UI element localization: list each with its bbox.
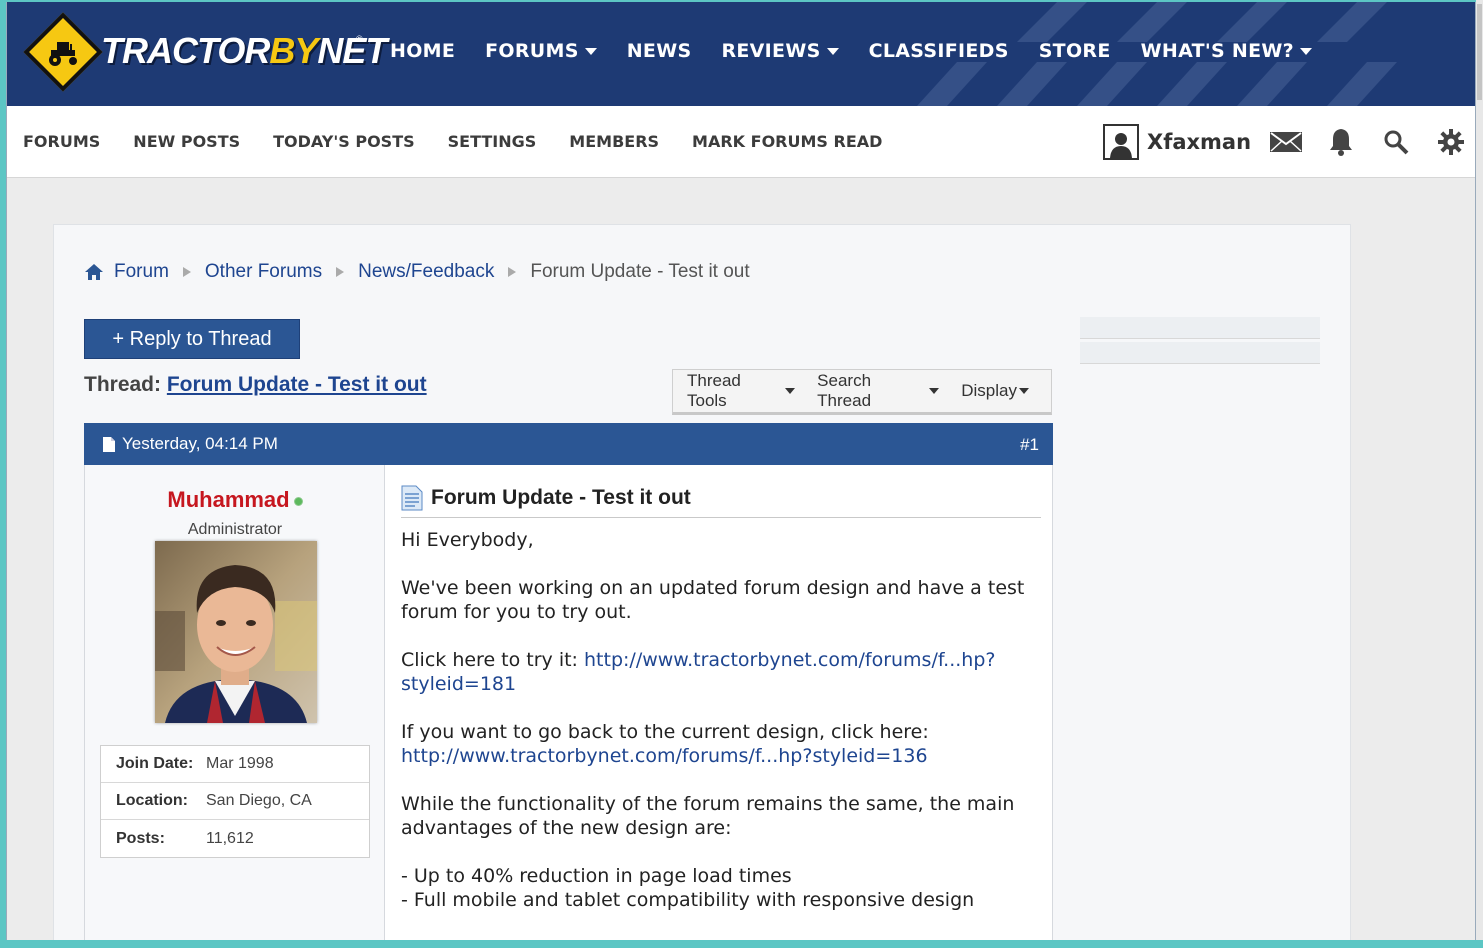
main-navigation: HOME FORUMS NEWS REVIEWS CLASSIFIEDS STO… [375, 40, 1327, 62]
page-scrollbar[interactable] [1476, 0, 1483, 948]
post-paragraph: If you want to go back to the current de… [401, 721, 929, 767]
breadcrumb-separator-icon [336, 267, 345, 277]
site-header: TRACTORBYNET ® HOME FORUMS NEWS REVIEWS … [7, 2, 1475, 106]
gear-icon[interactable] [1434, 125, 1468, 159]
caret-down-icon [1019, 388, 1029, 394]
document-icon [401, 485, 423, 511]
search-icon[interactable] [1379, 125, 1413, 159]
post-content: Forum Update - Test it out Hi Everybody,… [401, 485, 1041, 912]
display-dropdown[interactable]: Display [961, 381, 1029, 401]
subnav-settings[interactable]: SETTINGS [448, 132, 537, 151]
breadcrumb-forum[interactable]: Forum [114, 261, 169, 283]
post-paragraph: Click here to try it: http://www.tractor… [401, 649, 996, 695]
reply-to-thread-button[interactable]: + Reply to Thread [84, 319, 300, 359]
subnav-mark-read[interactable]: MARK FORUMS READ [692, 132, 882, 151]
nav-reviews[interactable]: REVIEWS [706, 40, 853, 62]
caret-down-icon [584, 47, 597, 55]
post-author-info: Muhammad Administrator Join Date: Mar 19… [85, 465, 385, 940]
subnav-members[interactable]: MEMBERS [569, 132, 659, 151]
post-number-link[interactable]: #1 [1020, 435, 1039, 455]
username-link[interactable]: Xfaxman [1147, 130, 1251, 154]
post-paragraph: While the functionality of the forum rem… [401, 793, 1015, 839]
content-panel: Forum Other Forums News/Feedback Forum U… [53, 224, 1351, 940]
nav-news[interactable]: NEWS [612, 40, 707, 62]
post-title: Forum Update - Test it out [431, 486, 691, 509]
post-paragraph: We've been working on an updated forum d… [401, 577, 1025, 623]
scrollbar-thumb[interactable] [1477, 4, 1482, 100]
author-name[interactable]: Muhammad [85, 487, 385, 513]
thread-title-link[interactable]: Forum Update - Test it out [167, 373, 427, 396]
nav-whats-new[interactable]: WHAT'S NEW? [1126, 40, 1327, 62]
breadcrumb-current: Forum Update - Test it out [530, 261, 750, 282]
thread-heading: Thread: Forum Update - Test it out [84, 373, 427, 397]
bell-icon[interactable] [1324, 125, 1358, 159]
post-bullet: - Full mobile and tablet compatibility w… [401, 889, 975, 911]
browser-window: TRACTORBYNET ® HOME FORUMS NEWS REVIEWS … [6, 2, 1476, 940]
thread-label: Thread: [84, 373, 162, 396]
stat-join-date: Join Date: Mar 1998 [101, 746, 369, 783]
tractor-logo-icon [49, 42, 77, 66]
caret-down-icon [826, 47, 839, 55]
envelope-icon[interactable] [1269, 125, 1303, 159]
post-body: Muhammad Administrator Join Date: Mar 19… [84, 465, 1053, 940]
nav-classifieds[interactable]: CLASSIFIEDS [854, 40, 1024, 62]
breadcrumb: Forum Other Forums News/Feedback Forum U… [84, 261, 750, 283]
nav-forums[interactable]: FORUMS [470, 40, 612, 62]
post-date: Yesterday, 04:14 PM [102, 434, 278, 454]
caret-down-icon [1299, 47, 1312, 55]
author-avatar[interactable] [155, 541, 317, 723]
thread-tools-bar: Thread Tools Search Thread Display [672, 369, 1052, 415]
desktop-strip [0, 940, 1483, 948]
user-menu: Xfaxman [1103, 124, 1475, 160]
breadcrumb-other-forums[interactable]: Other Forums [205, 261, 322, 283]
thread-tools-dropdown[interactable]: Thread Tools [687, 371, 796, 411]
sidebar-placeholder [1080, 317, 1320, 367]
current-design-link[interactable]: http://www.tractorbynet.com/forums/f...h… [401, 745, 928, 767]
subnav-todays-posts[interactable]: TODAY'S POSTS [273, 132, 415, 151]
post-title-row: Forum Update - Test it out [401, 485, 1041, 518]
search-thread-dropdown[interactable]: Search Thread [817, 371, 940, 411]
post-header: Yesterday, 04:14 PM #1 [84, 423, 1053, 465]
logo-trademark: ® [356, 34, 363, 44]
subnav-new-posts[interactable]: NEW POSTS [133, 132, 240, 151]
site-logo[interactable]: TRACTORBYNET ® [23, 12, 387, 92]
nav-store[interactable]: STORE [1024, 40, 1126, 62]
sidebar-line [1080, 342, 1320, 364]
online-status-icon [293, 496, 303, 506]
post-greeting: Hi Everybody, [401, 529, 534, 551]
stat-location: Location: San Diego, CA [101, 783, 369, 820]
breadcrumb-separator-icon [182, 267, 191, 277]
post-message: Hi Everybody, We've been working on an u… [401, 528, 1041, 912]
caret-down-icon [785, 388, 796, 394]
post-bullet: - Up to 40% reduction in page load times [401, 865, 792, 887]
document-icon [103, 436, 115, 452]
nav-home[interactable]: HOME [375, 40, 470, 62]
stat-posts: Posts: 11,612 [116, 829, 254, 847]
breadcrumb-news-feedback[interactable]: News/Feedback [358, 261, 494, 283]
caret-down-icon [929, 388, 940, 394]
breadcrumb-separator-icon [508, 267, 517, 277]
forum-subnav: FORUMS NEW POSTS TODAY'S POSTS SETTINGS … [7, 106, 1475, 178]
user-icon[interactable] [1103, 124, 1139, 160]
author-title: Administrator [187, 521, 283, 538]
home-icon[interactable] [84, 263, 104, 281]
logo-wordmark: TRACTORBYNET [101, 30, 387, 71]
author-stats: Join Date: Mar 1998 Location: San Diego, C… [100, 745, 370, 858]
sidebar-line [1080, 317, 1320, 339]
subnav-forums[interactable]: FORUMS [23, 132, 100, 151]
